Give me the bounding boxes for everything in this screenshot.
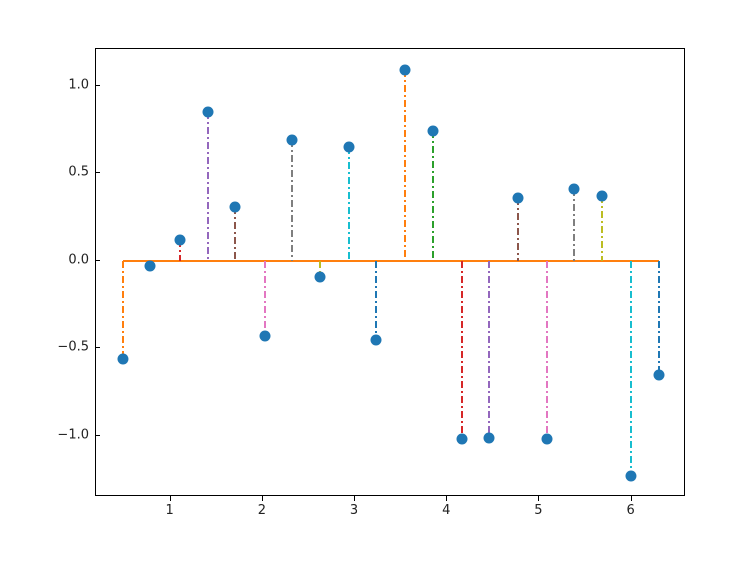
stem bbox=[461, 261, 463, 440]
stem bbox=[348, 147, 350, 261]
data-marker bbox=[315, 271, 326, 282]
x-tick-label: 3 bbox=[350, 503, 358, 518]
y-tick-label: 0.5 bbox=[68, 165, 89, 180]
stem bbox=[404, 70, 406, 261]
y-tick-label: 0.0 bbox=[68, 252, 89, 267]
plot-axes bbox=[95, 48, 685, 496]
baseline bbox=[123, 260, 660, 262]
x-tick-mark bbox=[446, 496, 447, 501]
y-tick-mark bbox=[95, 85, 100, 86]
data-marker bbox=[625, 471, 636, 482]
stem bbox=[234, 207, 236, 261]
data-marker bbox=[654, 369, 665, 380]
x-tick-label: 4 bbox=[442, 503, 450, 518]
stem bbox=[573, 189, 575, 261]
data-marker bbox=[456, 434, 467, 445]
x-tick-label: 5 bbox=[534, 503, 542, 518]
y-tick-label: −0.5 bbox=[57, 340, 89, 355]
data-marker bbox=[428, 126, 439, 137]
data-marker bbox=[230, 201, 241, 212]
data-marker bbox=[597, 191, 608, 202]
stem bbox=[375, 261, 377, 340]
y-tick-mark bbox=[95, 347, 100, 348]
data-marker bbox=[145, 261, 156, 272]
data-marker bbox=[259, 331, 270, 342]
stem bbox=[432, 131, 434, 261]
data-marker bbox=[117, 353, 128, 364]
x-tick-label: 1 bbox=[166, 503, 174, 518]
stem bbox=[122, 261, 124, 359]
y-tick-label: −1.0 bbox=[57, 427, 89, 442]
y-tick-area: −1.0 −0.5 0.0 0.5 1.0 bbox=[0, 48, 95, 496]
data-marker bbox=[399, 65, 410, 76]
x-tick-mark bbox=[538, 496, 539, 501]
stem bbox=[517, 198, 519, 261]
stem bbox=[207, 112, 209, 261]
x-tick-label: 2 bbox=[258, 503, 266, 518]
y-tick-mark bbox=[95, 172, 100, 173]
x-tick-mark bbox=[170, 496, 171, 501]
stem bbox=[658, 261, 660, 375]
figure: 1 2 3 4 5 6 −1.0 −0.5 0.0 0.5 1.0 bbox=[0, 0, 750, 562]
stem bbox=[264, 261, 266, 336]
x-tick-area: 1 2 3 4 5 6 bbox=[95, 496, 685, 526]
data-marker bbox=[569, 184, 580, 195]
stem bbox=[601, 196, 603, 261]
data-marker bbox=[541, 434, 552, 445]
data-marker bbox=[343, 142, 354, 153]
data-marker bbox=[513, 192, 524, 203]
data-marker bbox=[287, 135, 298, 146]
y-tick-mark bbox=[95, 435, 100, 436]
y-tick-mark bbox=[95, 260, 100, 261]
x-tick-mark bbox=[354, 496, 355, 501]
stem bbox=[291, 140, 293, 261]
y-tick-label: 1.0 bbox=[68, 77, 89, 92]
data-marker bbox=[202, 107, 213, 118]
data-marker bbox=[174, 234, 185, 245]
data-marker bbox=[371, 334, 382, 345]
x-tick-label: 6 bbox=[626, 503, 634, 518]
x-tick-mark bbox=[631, 496, 632, 501]
stem bbox=[630, 261, 632, 476]
stem bbox=[488, 261, 490, 438]
stem bbox=[546, 261, 548, 440]
x-tick-mark bbox=[262, 496, 263, 501]
data-marker bbox=[483, 432, 494, 443]
